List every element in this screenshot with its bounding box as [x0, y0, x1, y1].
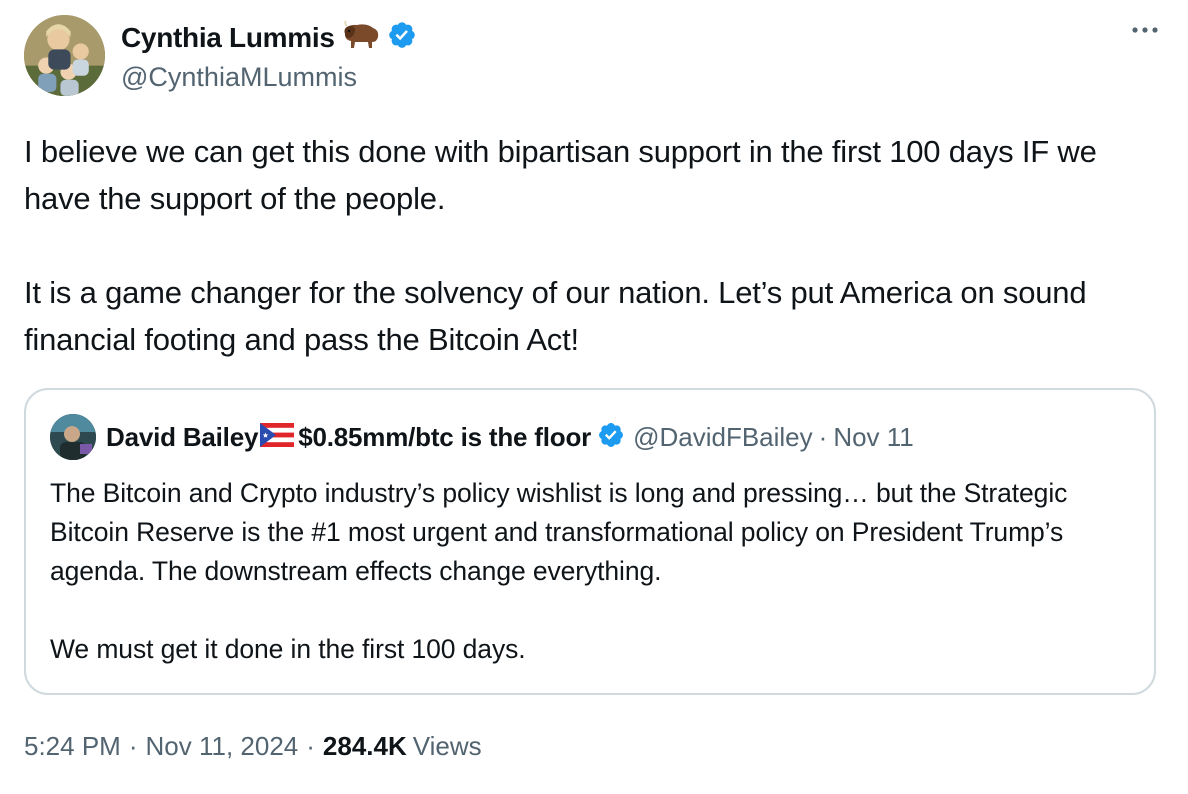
tweet-body: I believe we can get this done with bipa…: [24, 128, 1154, 363]
quoted-tweet-card[interactable]: David Bailey $0.85mm/btc is the floor @D…: [24, 388, 1156, 695]
quoted-meta-separator: ·: [818, 421, 828, 452]
quoted-author-avatar[interactable]: [50, 414, 96, 460]
author-name-row: Cynthia Lummis: [121, 20, 417, 55]
author-avatar[interactable]: [24, 15, 105, 96]
more-options-icon[interactable]: [1130, 22, 1160, 40]
verified-badge-icon: [387, 20, 417, 55]
quoted-tweet-date[interactable]: Nov 11: [833, 422, 913, 453]
tweet-date[interactable]: Nov 11, 2024: [146, 731, 299, 762]
quoted-author-name-prefix[interactable]: David Bailey: [106, 422, 258, 453]
footer-separator: ·: [128, 731, 138, 761]
quoted-author-handle[interactable]: @DavidFBailey: [633, 422, 813, 453]
quoted-tweet-header: David Bailey $0.85mm/btc is the floor @D…: [50, 414, 914, 460]
quoted-author-name-suffix[interactable]: $0.85mm/btc is the floor: [298, 422, 591, 453]
author-display-name[interactable]: Cynthia Lummis: [121, 22, 335, 54]
author-avatar-image: [24, 15, 105, 96]
author-handle[interactable]: @CynthiaMLummis: [121, 62, 357, 93]
views-count[interactable]: 284.4K: [323, 731, 407, 762]
tweet-text: I believe we can get this done with bipa…: [24, 134, 1097, 357]
views-label: Views: [412, 731, 482, 761]
bison-icon: [341, 20, 381, 55]
tweet-time[interactable]: 5:24 PM: [24, 731, 121, 762]
footer-separator-2: ·: [306, 731, 315, 761]
puerto-rico-flag-icon: [260, 422, 295, 452]
quoted-author-avatar-image: [50, 414, 96, 460]
tweet-footer: 5:24 PM · Nov 11, 2024 · 284.4K Views: [24, 731, 482, 762]
quoted-verified-badge-icon: [597, 421, 625, 454]
quoted-tweet-text: The Bitcoin and Crypto industry’s policy…: [50, 478, 1068, 664]
